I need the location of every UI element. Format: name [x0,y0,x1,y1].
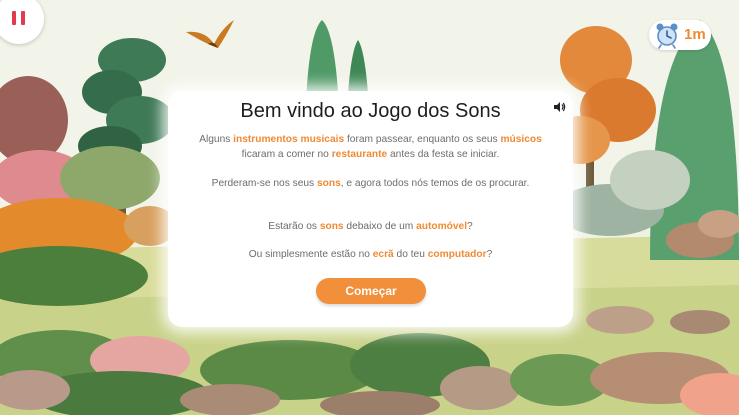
dialog-title: Bem vindo ao Jogo dos Sons [240,100,501,122]
intro-dialog: Bem vindo ao Jogo dos Sons Alguns instru… [168,91,573,327]
timer-value: 1m [684,26,706,43]
story-paragraph-1: Alguns instrumentos musicais foram passe… [199,134,542,160]
start-button[interactable]: Começar [316,278,426,304]
timer-badge: 1m [649,20,711,50]
pause-icon [12,11,16,25]
speaker-icon[interactable] [552,100,566,114]
story-paragraph-3: Estarão os sons debaixo de um automóvel? [268,221,473,232]
story-paragraph-4: Ou simplesmente estão no ecrã do teu com… [248,249,493,260]
story-paragraph-2: Perderam-se nos seus sons, e agora todos… [211,178,530,189]
alarm-clock-icon [656,23,678,49]
